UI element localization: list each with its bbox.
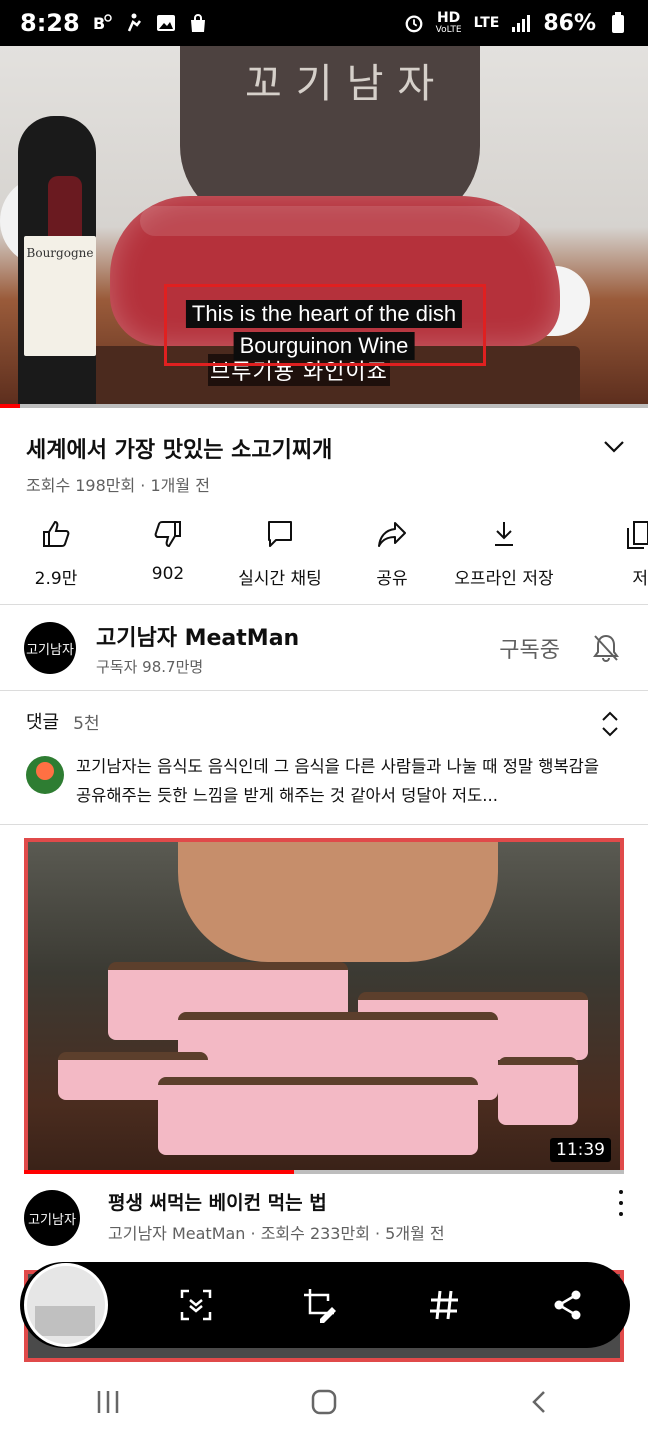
- shopping-bag-icon: [188, 13, 208, 33]
- watched-progress: [24, 1170, 294, 1174]
- share-label: 공유: [376, 569, 408, 589]
- dislike-button[interactable]: 902: [112, 506, 224, 600]
- alarm-icon: [404, 13, 424, 33]
- comments-label: 댓글: [26, 712, 60, 733]
- recommended-video-meta: 고기남자 MeatMan · 조회수 233만회 · 5개월 전: [108, 1224, 445, 1243]
- crossed-arms: [178, 842, 498, 962]
- recommended-video-thumbnail[interactable]: [24, 838, 624, 1174]
- download-label: 오프라인 저장: [454, 569, 554, 589]
- crop-edit-icon[interactable]: [284, 1269, 356, 1341]
- bacon-slab: [498, 1057, 578, 1125]
- download-icon: [484, 514, 524, 554]
- accessibility-icon: [124, 13, 144, 33]
- recent-apps-icon[interactable]: [78, 1372, 138, 1432]
- thumbs-down-icon: [148, 514, 188, 554]
- signal-icon: [511, 13, 531, 33]
- battery-icon: [608, 12, 628, 33]
- screenshot-preview[interactable]: [24, 1263, 108, 1347]
- video-progress-played: [0, 404, 20, 408]
- video-duration-badge: 11:39: [550, 1138, 611, 1162]
- action-bar: 2.9만 902 실시간 채팅 공유 오프라인 저장 저: [0, 506, 648, 600]
- status-time: 8:28: [20, 9, 80, 37]
- like-count: 2.9만: [34, 569, 78, 589]
- divider: [0, 690, 648, 691]
- live-chat-label: 실시간 채팅: [238, 569, 322, 589]
- b-notification-icon: B: [92, 13, 112, 33]
- video-title-row[interactable]: 세계에서 가장 맛있는 소고기찌개: [26, 428, 626, 468]
- subscribed-button[interactable]: 구독중: [499, 632, 560, 664]
- video-title: 세계에서 가장 맛있는 소고기찌개: [26, 438, 333, 463]
- top-comment-text: 꼬기남자는 음식도 음식인데 그 음식을 다른 사람들과 나눌 때 정말 행복감…: [76, 757, 600, 805]
- dislike-count: 902: [151, 564, 185, 584]
- thumbs-up-icon: [36, 514, 76, 554]
- system-navigation-bar: [0, 1364, 648, 1440]
- chevron-down-icon[interactable]: [602, 434, 626, 462]
- hashtag-icon[interactable]: [408, 1269, 480, 1341]
- channel-avatar[interactable]: 고기남자: [24, 622, 76, 674]
- comments-count: 5천: [73, 713, 100, 734]
- bacon-slab: [158, 1077, 478, 1155]
- back-icon[interactable]: [510, 1372, 570, 1432]
- volte-indicator: VoLTE: [435, 25, 462, 35]
- more-options-icon[interactable]: [616, 1190, 626, 1216]
- commenter-avatar[interactable]: [26, 756, 64, 794]
- lte-indicator: LTE: [473, 15, 500, 31]
- expand-collapse-icon[interactable]: [598, 710, 622, 738]
- chat-icon: [260, 514, 300, 554]
- channel-avatar[interactable]: 고기남자: [24, 1190, 80, 1246]
- svg-text:B: B: [93, 14, 105, 33]
- share-button[interactable]: 공유: [336, 506, 448, 600]
- screenshot-toolbar: [20, 1262, 630, 1348]
- save-label: 저: [632, 569, 648, 589]
- live-chat-button[interactable]: 실시간 채팅: [224, 506, 336, 600]
- video-progress-track[interactable]: [0, 404, 648, 408]
- caption-highlight-box: [164, 284, 486, 366]
- recommended-video-title[interactable]: 평생 써먹는 베이컨 먹는 법: [108, 1188, 327, 1215]
- subscriber-count: 구독자 98.7만명: [96, 657, 204, 676]
- scroll-capture-icon[interactable]: [160, 1269, 232, 1341]
- divider: [0, 604, 648, 605]
- comments-header: 댓글 5천: [26, 708, 100, 734]
- hd-indicator: HD: [436, 10, 461, 26]
- bottle-label: Bourgogne: [24, 236, 96, 356]
- share-icon: [372, 514, 412, 554]
- gallery-icon: [156, 13, 176, 33]
- comments-section[interactable]: 댓글 5천 꼬기남자는 음식도 음식인데 그 음식을 다른 사람들과 나눌 때 …: [0, 692, 648, 824]
- download-button[interactable]: 오프라인 저장: [448, 506, 560, 600]
- divider: [0, 824, 648, 825]
- battery-percent: 86%: [543, 10, 596, 36]
- channel-name: 고기남자 MeatMan: [96, 625, 300, 651]
- save-button[interactable]: 저: [560, 506, 648, 600]
- video-meta: 조회수 198만회 · 1개월 전: [26, 476, 210, 495]
- save-icon: [560, 514, 648, 554]
- notification-off-icon[interactable]: [588, 630, 624, 666]
- apron-logo-text: 꼬기남자: [245, 61, 449, 107]
- share-icon[interactable]: [532, 1269, 604, 1341]
- recommended-video-info[interactable]: 고기남자 평생 써먹는 베이컨 먹는 법 고기남자 MeatMan · 조회수 …: [0, 1184, 648, 1264]
- channel-row[interactable]: 고기남자 고기남자 MeatMan 구독자 98.7만명 구독중: [0, 606, 648, 690]
- status-bar: 8:28 B HD VoLTE LTE 86%: [0, 0, 648, 46]
- home-icon[interactable]: [294, 1372, 354, 1432]
- like-button[interactable]: 2.9만: [0, 506, 112, 600]
- channel-info[interactable]: 고기남자 MeatMan 구독자 98.7만명: [96, 620, 499, 677]
